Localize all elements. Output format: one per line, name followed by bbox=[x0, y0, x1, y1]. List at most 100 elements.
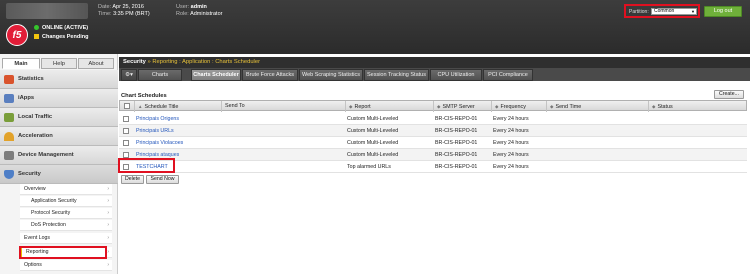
breadcrumb-path[interactable]: Reporting : Application : Charts Schedul… bbox=[152, 59, 260, 65]
status-pending[interactable]: Changes Pending bbox=[34, 34, 88, 40]
column-label: Send Time bbox=[555, 104, 582, 110]
tab-about[interactable]: About bbox=[78, 58, 114, 69]
smtp-cell: BR-CIS-REPO-01 bbox=[435, 140, 478, 146]
report-cell: Custom Multi-Leveled bbox=[347, 152, 399, 158]
smtp-cell: BR-CIS-REPO-01 bbox=[435, 128, 478, 134]
tab-brute-force-attacks[interactable]: Brute Force Attacks bbox=[242, 69, 298, 81]
user-label: User: bbox=[176, 4, 190, 10]
nav-group-device-management[interactable]: Device Management bbox=[0, 146, 118, 165]
datetime-info: Date: Apr 25, 2016 Time: 3:35 PM (BRT) bbox=[98, 4, 150, 18]
sort-icon: ◆ bbox=[349, 104, 353, 109]
row-checkbox[interactable] bbox=[123, 116, 129, 122]
partition-value: Common bbox=[654, 8, 675, 14]
nav-item-label: Overview bbox=[24, 186, 46, 192]
smtp-cell: BR-CIS-REPO-01 bbox=[435, 152, 478, 158]
chevron-right-icon: › bbox=[107, 186, 109, 192]
delete-button[interactable]: Delete bbox=[121, 175, 144, 184]
status-online: ONLINE (ACTIVE) bbox=[34, 25, 88, 31]
column-header-schedule-title[interactable]: ▲ Schedule Title bbox=[134, 101, 221, 112]
row-checkbox[interactable] bbox=[123, 128, 129, 134]
column-label: Send To bbox=[225, 103, 245, 109]
nav-item-application-security[interactable]: Application Security › bbox=[20, 196, 112, 207]
partition-selector: Partition: Common ▼ bbox=[624, 4, 700, 18]
column-label: Report bbox=[354, 104, 371, 110]
create-button[interactable]: Create... bbox=[714, 90, 744, 99]
date-value: Apr 25, 2016 bbox=[112, 4, 144, 10]
breadcrumb: Security » Reporting : Application : Cha… bbox=[119, 57, 750, 68]
tab-cpu-utilization[interactable]: CPU Utilization bbox=[430, 69, 482, 81]
send-to-cell bbox=[220, 125, 223, 137]
schedule-title-link[interactable]: Principais URLs bbox=[133, 125, 174, 137]
send-to-cell bbox=[220, 149, 223, 161]
role-label: Role: bbox=[176, 11, 189, 17]
nav-group-label: Security bbox=[18, 171, 41, 177]
nav-group-label: iApps bbox=[18, 95, 35, 101]
column-header-send-time[interactable]: ◆ Send Time bbox=[546, 101, 648, 112]
column-header-frequency[interactable]: ◆ Frequency bbox=[491, 101, 546, 112]
device-icon bbox=[4, 151, 14, 160]
column-header-status[interactable]: ◆ Status bbox=[648, 101, 748, 112]
tab-web-scraping-statistics[interactable]: Web Scraping Statistics bbox=[299, 69, 363, 81]
table-row: TESTCHART Top alarmed URLs BR-CIS-REPO-0… bbox=[119, 161, 747, 173]
time-value: 3:35 PM (BRT) bbox=[113, 11, 150, 17]
local-traffic-icon bbox=[4, 113, 14, 122]
column-header-send-to[interactable]: Send To bbox=[221, 101, 345, 112]
column-label: Frequency bbox=[500, 104, 526, 110]
nav-item-overview[interactable]: Overview › bbox=[20, 184, 112, 195]
schedule-title-link[interactable]: Principais Origens bbox=[133, 113, 179, 125]
logout-button[interactable]: Log out bbox=[704, 6, 742, 17]
nav-group-acceleration[interactable]: Acceleration bbox=[0, 127, 118, 146]
row-checkbox[interactable] bbox=[123, 140, 129, 146]
nav-group-statistics[interactable]: Statistics bbox=[0, 70, 118, 89]
role-value: Administrator bbox=[190, 11, 223, 17]
partition-dropdown[interactable]: Common ▼ bbox=[651, 8, 697, 15]
report-cell: Top alarmed URLs bbox=[347, 164, 391, 170]
send-now-button[interactable]: Send Now bbox=[146, 175, 179, 184]
schedule-title-link[interactable]: Principais Violacoes bbox=[133, 137, 183, 149]
nav-item-dos-protection[interactable]: DoS Protection › bbox=[20, 220, 112, 231]
frequency-cell: Every 24 hours bbox=[493, 164, 529, 170]
smtp-cell: BR-CIS-REPO-01 bbox=[435, 116, 478, 122]
sort-icon: ◆ bbox=[437, 104, 441, 109]
hostname-redacted bbox=[6, 3, 88, 19]
nav-group-local-traffic[interactable]: Local Traffic bbox=[0, 108, 118, 127]
nav-group-security[interactable]: Security bbox=[0, 165, 118, 184]
tab-charts[interactable]: Charts bbox=[138, 69, 182, 81]
partition-label: Partition: bbox=[629, 9, 649, 15]
select-all-checkbox[interactable] bbox=[124, 103, 130, 109]
online-status-icon bbox=[34, 25, 39, 31]
table-row: Principais URLs Custom Multi-Leveled BR-… bbox=[119, 125, 747, 137]
nav-item-protocol-security[interactable]: Protocol Security › bbox=[20, 208, 112, 219]
tab-charts-scheduler[interactable]: Charts Scheduler bbox=[191, 69, 241, 81]
nav-item-label: Event Logs bbox=[24, 235, 50, 241]
nav-group-iapps[interactable]: iApps bbox=[0, 89, 118, 108]
tab-session-tracking-status[interactable]: Session Tracking Status bbox=[364, 69, 429, 81]
status-online-text: ONLINE (ACTIVE) bbox=[42, 25, 89, 31]
breadcrumb-root[interactable]: Security bbox=[123, 59, 146, 65]
nav-group-label: Local Traffic bbox=[18, 114, 53, 120]
gear-icon[interactable]: ⚙▾ bbox=[121, 69, 137, 81]
breadcrumb-separator: » bbox=[147, 59, 151, 65]
statistics-icon bbox=[4, 75, 14, 84]
tab-main[interactable]: Main bbox=[2, 58, 40, 69]
sort-icon: ◆ bbox=[652, 104, 656, 109]
tab-pci-compliance[interactable]: PCI Compliance bbox=[483, 69, 533, 81]
frequency-cell: Every 24 hours bbox=[493, 140, 529, 146]
reporting-highlight bbox=[19, 246, 107, 259]
sort-icon: ◆ bbox=[550, 104, 554, 109]
nav-item-label: Options bbox=[24, 262, 42, 268]
chevron-right-icon: › bbox=[107, 262, 109, 268]
column-header-smtp-server[interactable]: ◆ SMTP Server bbox=[433, 101, 491, 112]
f5-logo[interactable]: f5 bbox=[6, 24, 28, 46]
nav-item-options[interactable]: Options › bbox=[20, 260, 112, 271]
frequency-cell: Every 24 hours bbox=[493, 152, 529, 158]
column-header-report[interactable]: ◆ Report bbox=[345, 101, 433, 112]
chevron-down-icon: ▼ bbox=[691, 9, 695, 14]
frequency-cell: Every 24 hours bbox=[493, 116, 529, 122]
column-label: Status bbox=[657, 104, 673, 110]
section-title: Chart Schedules bbox=[121, 93, 167, 99]
tab-help[interactable]: Help bbox=[41, 58, 77, 69]
column-label: SMTP Server bbox=[442, 104, 475, 110]
nav-group-label: Acceleration bbox=[18, 133, 53, 139]
nav-item-event-logs[interactable]: Event Logs › bbox=[20, 233, 112, 244]
